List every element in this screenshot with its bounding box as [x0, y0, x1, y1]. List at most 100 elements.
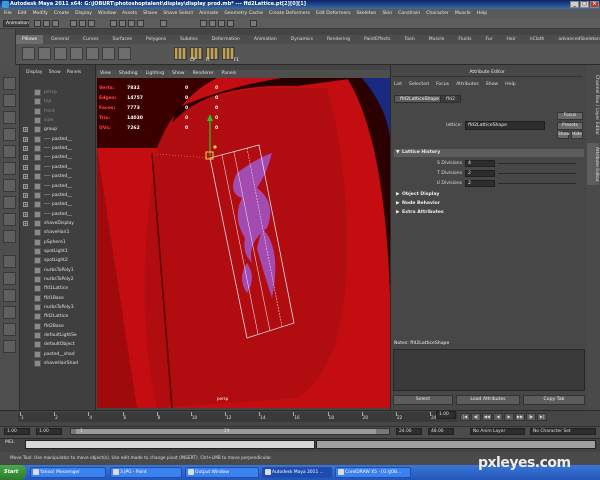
snap-point-icon[interactable] [128, 20, 135, 27]
section-node-behavior[interactable]: ▶ Node Behavior [394, 200, 584, 208]
shelf-tab-ncloth[interactable]: nCloth [524, 35, 551, 44]
menu-shave-select[interactable]: Shave Select [163, 11, 193, 16]
shelf-tab-surfaces[interactable]: Surfaces [107, 35, 139, 44]
start-button[interactable]: Start [0, 465, 26, 480]
shelf-tab-curves[interactable]: Curves [77, 35, 105, 44]
play-forward-icon[interactable]: ▶ [504, 413, 514, 421]
shelf-cube-icon[interactable] [22, 47, 35, 60]
expand-icon[interactable]: + [23, 183, 28, 189]
current-frame-field[interactable]: 1.00 [436, 411, 456, 419]
step-forward-key-icon[interactable]: |▶ [526, 413, 536, 421]
menu-window[interactable]: Window [98, 11, 116, 16]
outliner-item[interactable]: side [20, 116, 96, 125]
history-icon[interactable] [160, 20, 167, 27]
shelf-tab-muscle[interactable]: Muscle [423, 35, 451, 44]
load-attributes-button[interactable]: Load Attributes [456, 395, 520, 405]
outliner-item[interactable]: shaveHair1 [20, 228, 96, 237]
show-manipulator-icon[interactable] [3, 213, 16, 226]
outliner-item[interactable]: + ---- pasted__ [20, 191, 96, 200]
snap-plane-icon[interactable] [137, 20, 144, 27]
viewport-menu-view[interactable]: View [100, 70, 111, 78]
tab-ffd2latticeshape[interactable]: ffd2LatticeShape [394, 95, 445, 103]
menu-modify[interactable]: Modify [33, 11, 48, 16]
outliner-item[interactable]: pasted__shad [20, 350, 96, 359]
attr-menu-help[interactable]: Help [505, 81, 515, 89]
shelf-sphere-icon[interactable] [38, 47, 51, 60]
shelf-tab-advancedskeleton[interactable]: advancedSkeleton [552, 35, 600, 44]
attr-menu-attributes[interactable]: Attributes [456, 81, 479, 89]
hypershade-icon[interactable] [227, 20, 234, 27]
outliner-item[interactable]: defaultLightSe [20, 331, 96, 340]
save-scene-icon[interactable] [52, 20, 59, 27]
outliner-item[interactable]: spotLight1 [20, 247, 96, 256]
mel-label[interactable]: MEL [5, 440, 14, 445]
expand-icon[interactable]: + [23, 211, 28, 217]
shelf-tab-polygons[interactable]: Polygons [140, 35, 172, 44]
menu-skeleton[interactable]: Skeleton [356, 11, 376, 16]
attr-menu-list[interactable]: List [394, 81, 402, 89]
tab-attribute-editor[interactable]: Attribute Editor [587, 143, 599, 185]
outliner-menu-show[interactable]: Show [49, 70, 61, 77]
shelf-tab-subdivs[interactable]: Subdivs [174, 35, 204, 44]
shelf-tab-fur[interactable]: Fur [480, 35, 499, 44]
outliner-item[interactable]: + ---- pasted__ [20, 135, 96, 144]
ipr-render-icon[interactable] [209, 20, 216, 27]
menu-set-select[interactable]: Animation [3, 20, 29, 27]
outliner-menu-panels[interactable]: Panels [67, 70, 81, 77]
attr-menu-focus[interactable]: Focus [436, 81, 449, 89]
shelf-tab-hair[interactable]: Hair [501, 35, 522, 44]
layout-persp-outliner-icon[interactable] [3, 289, 16, 302]
outliner-item[interactable]: + ---- pasted__ [20, 210, 96, 219]
outliner-item[interactable]: shaveHairShad [20, 359, 96, 368]
select-component-icon[interactable] [88, 20, 95, 27]
outliner-item[interactable]: ffd1Lattice [20, 284, 96, 293]
shelf-tab-fluids[interactable]: Fluids [452, 35, 477, 44]
outliner-item[interactable]: + ---- pasted__ [20, 144, 96, 153]
expand-icon[interactable]: + [23, 136, 28, 142]
copy-tab-button[interactable]: Copy Tab [523, 395, 585, 405]
last-tool-icon[interactable] [3, 230, 16, 243]
focus-button[interactable]: Focus [557, 112, 583, 120]
taskbar-item[interactable]: 3.JPG - Paint [110, 467, 182, 478]
t-divisions-field[interactable]: 2 [465, 170, 495, 177]
step-forward-frame-icon[interactable]: ▶▶ [515, 413, 525, 421]
shelf-side-controls[interactable] [0, 29, 16, 65]
render-frame-icon[interactable] [200, 20, 207, 27]
step-back-key-icon[interactable]: ◀| [471, 413, 481, 421]
s-divisions-field[interactable]: 4 [465, 160, 495, 167]
rotate-tool-icon[interactable] [3, 145, 16, 158]
taskbar-item[interactable]: Autodesk Maya 2011 ... [262, 467, 332, 478]
viewport-menu-panels[interactable]: Panels [222, 70, 237, 78]
layout-four-icon[interactable] [3, 272, 16, 285]
outliner-item[interactable]: + shaveDisplay [20, 219, 96, 228]
taskbar-item[interactable]: Output Window [185, 467, 259, 478]
select-object-icon[interactable] [79, 20, 86, 27]
taskbar-item[interactable]: CorelDRAW X5 - [G:\JOB... [335, 467, 411, 478]
menu-character[interactable]: Character [426, 11, 449, 16]
shelf-cylinder-icon[interactable] [54, 47, 67, 60]
u-divisions-field[interactable]: 2 [465, 180, 495, 187]
viewport-scene[interactable]: persp [97, 78, 390, 408]
shelf-plane-icon[interactable] [70, 47, 83, 60]
shelf-cone-icon[interactable] [102, 47, 115, 60]
section-object-display[interactable]: ▶ Object Display [394, 191, 584, 199]
layout-side-icon[interactable] [3, 340, 16, 353]
playback-end-field[interactable]: 24.00 [396, 428, 422, 435]
tab-ffd2[interactable]: ffd2 [440, 95, 462, 103]
shelf-lattice-icon[interactable] [118, 47, 131, 60]
menu-geometry-cache[interactable]: Geometry Cache [224, 11, 263, 16]
expand-icon[interactable]: + [23, 127, 28, 133]
menu-help[interactable]: Help [477, 11, 487, 16]
layout-hypershade-icon[interactable] [3, 323, 16, 336]
menu-constrain[interactable]: Constrain [398, 11, 420, 16]
menu-shave[interactable]: Shave [143, 11, 157, 16]
soft-modify-tool-icon[interactable] [3, 196, 16, 209]
playback-start-field[interactable]: 1.00 [36, 428, 62, 435]
shelf-tab-painteffects[interactable]: PaintEffects [358, 35, 396, 44]
hide-button[interactable]: Hide [571, 131, 583, 139]
new-scene-icon[interactable] [34, 20, 41, 27]
outliner-item[interactable]: defaultObject [20, 340, 96, 349]
layout-persp-graph-icon[interactable] [3, 306, 16, 319]
menu-muscle[interactable]: Muscle [455, 11, 471, 16]
minimize-button[interactable]: _ [570, 1, 579, 8]
